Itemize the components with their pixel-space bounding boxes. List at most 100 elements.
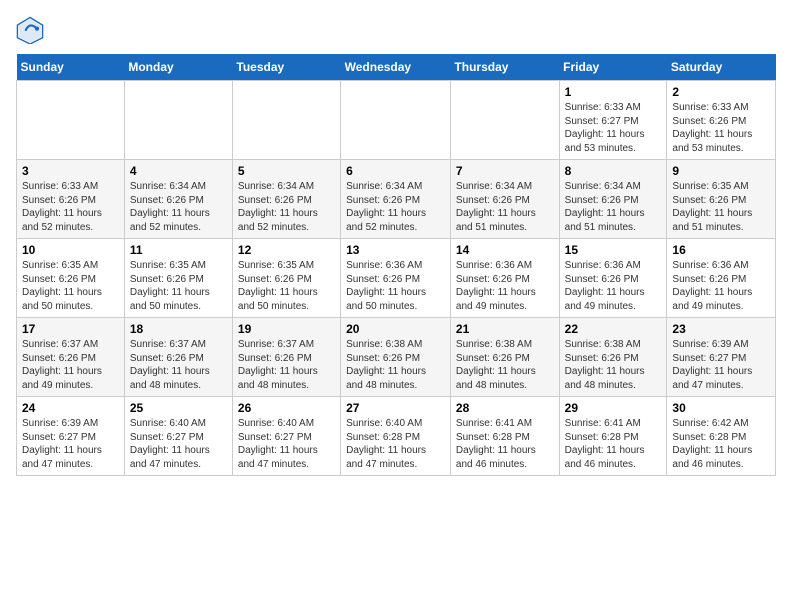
calendar-cell: 29Sunrise: 6:41 AM Sunset: 6:28 PM Dayli…	[559, 397, 667, 476]
calendar-cell: 18Sunrise: 6:37 AM Sunset: 6:26 PM Dayli…	[124, 318, 232, 397]
calendar-cell: 3 Sunrise: 6:33 AM Sunset: 6:26 PM Daylig…	[17, 160, 125, 239]
calendar-week-row: 3 Sunrise: 6:33 AM Sunset: 6:26 PM Daylig…	[17, 160, 776, 239]
day-info: Sunrise: 6:37 AM Sunset: 6:26 PM Dayligh…	[238, 338, 335, 392]
column-header-monday: Monday	[124, 54, 232, 81]
day-info: Sunrise: 6:34 AM Sunset: 6:26 PM Dayligh…	[456, 180, 554, 234]
day-info: Sunrise: 6:36 AM Sunset: 6:26 PM Dayligh…	[456, 259, 554, 313]
day-info: Sunrise: 6:35 AM Sunset: 6:26 PM Dayligh…	[130, 259, 227, 313]
calendar-cell: 2 Sunrise: 6:33 AM Sunset: 6:26 PM Daylig…	[667, 81, 776, 160]
day-number: 5	[238, 164, 335, 178]
logo-icon	[16, 16, 44, 44]
calendar-week-row: 17 Sunrise: 6:37 AM Sunset: 6:26 PM Dayli…	[17, 318, 776, 397]
day-number: 22	[565, 322, 662, 336]
day-number: 6	[346, 164, 445, 178]
day-info: Sunrise: 6:36 AM Sunset: 6:26 PM Dayligh…	[672, 259, 770, 313]
calendar-cell: 22 Sunrise: 6:38 AM Sunset: 6:26 PM Dayli…	[559, 318, 667, 397]
calendar-table: SundayMondayTuesdayWednesdayThursdayFrid…	[16, 54, 776, 476]
day-info: Sunrise: 6:34 AM Sunset: 6:26 PM Dayligh…	[130, 180, 227, 234]
day-info: Sunrise: 6:41 AM Sunset: 6:28 PM Dayligh…	[456, 417, 554, 471]
day-number: 4	[130, 164, 227, 178]
calendar-cell: 11 Sunrise: 6:35 AM Sunset: 6:26 PM Dayli…	[124, 239, 232, 318]
day-number: 10	[22, 243, 119, 257]
column-header-thursday: Thursday	[450, 54, 559, 81]
calendar-cell: 9 Sunrise: 6:35 AM Sunset: 6:26 PM Daylig…	[667, 160, 776, 239]
calendar-cell: 5 Sunrise: 6:34 AM Sunset: 6:26 PM Daylig…	[232, 160, 340, 239]
day-number: 21	[456, 322, 554, 336]
day-info: Sunrise: 6:36 AM Sunset: 6:26 PM Dayligh…	[346, 259, 445, 313]
calendar-cell: 6 Sunrise: 6:34 AM Sunset: 6:26 PM Daylig…	[341, 160, 451, 239]
calendar-week-row: 24 Sunrise: 6:39 AM Sunset: 6:27 PM Dayli…	[17, 397, 776, 476]
day-info: Sunrise: 6:33 AM Sunset: 6:26 PM Dayligh…	[22, 180, 119, 234]
day-number: 25	[130, 401, 227, 415]
day-info: Sunrise: 6:36 AM Sunset: 6:26 PM Dayligh…	[565, 259, 662, 313]
day-number: 17	[22, 322, 119, 336]
column-header-tuesday: Tuesday	[232, 54, 340, 81]
day-number: 2	[672, 85, 770, 99]
day-info: Sunrise: 6:33 AM Sunset: 6:26 PM Dayligh…	[672, 101, 770, 155]
day-info: Sunrise: 6:39 AM Sunset: 6:27 PM Dayligh…	[22, 417, 119, 471]
calendar-cell: 10 Sunrise: 6:35 AM Sunset: 6:26 PM Dayli…	[17, 239, 125, 318]
day-number: 19	[238, 322, 335, 336]
calendar-cell: 25 Sunrise: 6:40 AM Sunset: 6:27 PM Dayli…	[124, 397, 232, 476]
day-info: Sunrise: 6:35 AM Sunset: 6:26 PM Dayligh…	[238, 259, 335, 313]
day-number: 7	[456, 164, 554, 178]
calendar-cell: 16 Sunrise: 6:36 AM Sunset: 6:26 PM Dayli…	[667, 239, 776, 318]
day-number: 16	[672, 243, 770, 257]
calendar-cell	[17, 81, 125, 160]
day-number: 26	[238, 401, 335, 415]
day-number: 12	[238, 243, 335, 257]
column-header-friday: Friday	[559, 54, 667, 81]
calendar-cell	[232, 81, 340, 160]
day-info: Sunrise: 6:42 AM Sunset: 6:28 PM Dayligh…	[672, 417, 770, 471]
day-info: Sunrise: 6:34 AM Sunset: 6:26 PM Dayligh…	[346, 180, 445, 234]
day-info: Sunrise: 6:35 AM Sunset: 6:26 PM Dayligh…	[22, 259, 119, 313]
day-number: 20	[346, 322, 445, 336]
calendar-cell: 17Sunrise: 6:37 AM Sunset: 6:26 PM Dayli…	[17, 318, 125, 397]
column-header-saturday: Saturday	[667, 54, 776, 81]
page-header	[16, 16, 776, 44]
calendar-cell: 7 Sunrise: 6:34 AM Sunset: 6:26 PM Daylig…	[450, 160, 559, 239]
day-info: Sunrise: 6:40 AM Sunset: 6:27 PM Dayligh…	[238, 417, 335, 471]
calendar-cell: 30 Sunrise: 6:42 AM Sunset: 6:28 PM Dayli…	[667, 397, 776, 476]
day-number: 27	[346, 401, 445, 415]
day-info: Sunrise: 6:38 AM Sunset: 6:26 PM Dayligh…	[565, 338, 662, 392]
day-info: Sunrise: 6:39 AM Sunset: 6:27 PM Dayligh…	[672, 338, 770, 392]
day-info: Sunrise: 6:40 AM Sunset: 6:28 PM Dayligh…	[346, 417, 445, 471]
day-number: 30	[672, 401, 770, 415]
calendar-cell: 19 Sunrise: 6:37 AM Sunset: 6:26 PM Dayli…	[232, 318, 340, 397]
calendar-cell: 15 Sunrise: 6:36 AM Sunset: 6:26 PM Dayli…	[559, 239, 667, 318]
column-header-sunday: Sunday	[17, 54, 125, 81]
day-number: 3	[22, 164, 119, 178]
calendar-cell	[450, 81, 559, 160]
day-info: Sunrise: 6:40 AM Sunset: 6:27 PM Dayligh…	[130, 417, 227, 471]
calendar-cell: 4 Sunrise: 6:34 AM Sunset: 6:26 PM Daylig…	[124, 160, 232, 239]
calendar-cell: 12 Sunrise: 6:35 AM Sunset: 6:26 PM Dayli…	[232, 239, 340, 318]
calendar-cell: 8 Sunrise: 6:34 AM Sunset: 6:26 PM Daylig…	[559, 160, 667, 239]
day-number: 9	[672, 164, 770, 178]
day-info: Sunrise: 6:35 AM Sunset: 6:26 PM Dayligh…	[672, 180, 770, 234]
calendar-cell: 24 Sunrise: 6:39 AM Sunset: 6:27 PM Dayli…	[17, 397, 125, 476]
day-info: Sunrise: 6:38 AM Sunset: 6:26 PM Dayligh…	[456, 338, 554, 392]
day-number: 23	[672, 322, 770, 336]
day-number: 24	[22, 401, 119, 415]
calendar-week-row: 1 Sunrise: 6:33 AM Sunset: 6:27 PM Daylig…	[17, 81, 776, 160]
day-number: 29	[565, 401, 662, 415]
day-number: 8	[565, 164, 662, 178]
calendar-cell: 26 Sunrise: 6:40 AM Sunset: 6:27 PM Dayli…	[232, 397, 340, 476]
day-number: 18	[130, 322, 227, 336]
column-header-wednesday: Wednesday	[341, 54, 451, 81]
calendar-cell: 27 Sunrise: 6:40 AM Sunset: 6:28 PM Dayli…	[341, 397, 451, 476]
calendar-cell: 14Sunrise: 6:36 AM Sunset: 6:26 PM Dayli…	[450, 239, 559, 318]
calendar-cell: 20 Sunrise: 6:38 AM Sunset: 6:26 PM Dayli…	[341, 318, 451, 397]
day-info: Sunrise: 6:38 AM Sunset: 6:26 PM Dayligh…	[346, 338, 445, 392]
day-number: 13	[346, 243, 445, 257]
logo	[16, 16, 48, 44]
day-info: Sunrise: 6:34 AM Sunset: 6:26 PM Dayligh…	[238, 180, 335, 234]
day-number: 1	[565, 85, 662, 99]
day-info: Sunrise: 6:33 AM Sunset: 6:27 PM Dayligh…	[565, 101, 662, 155]
day-number: 11	[130, 243, 227, 257]
day-number: 15	[565, 243, 662, 257]
day-number: 28	[456, 401, 554, 415]
day-info: Sunrise: 6:34 AM Sunset: 6:26 PM Dayligh…	[565, 180, 662, 234]
calendar-cell	[341, 81, 451, 160]
